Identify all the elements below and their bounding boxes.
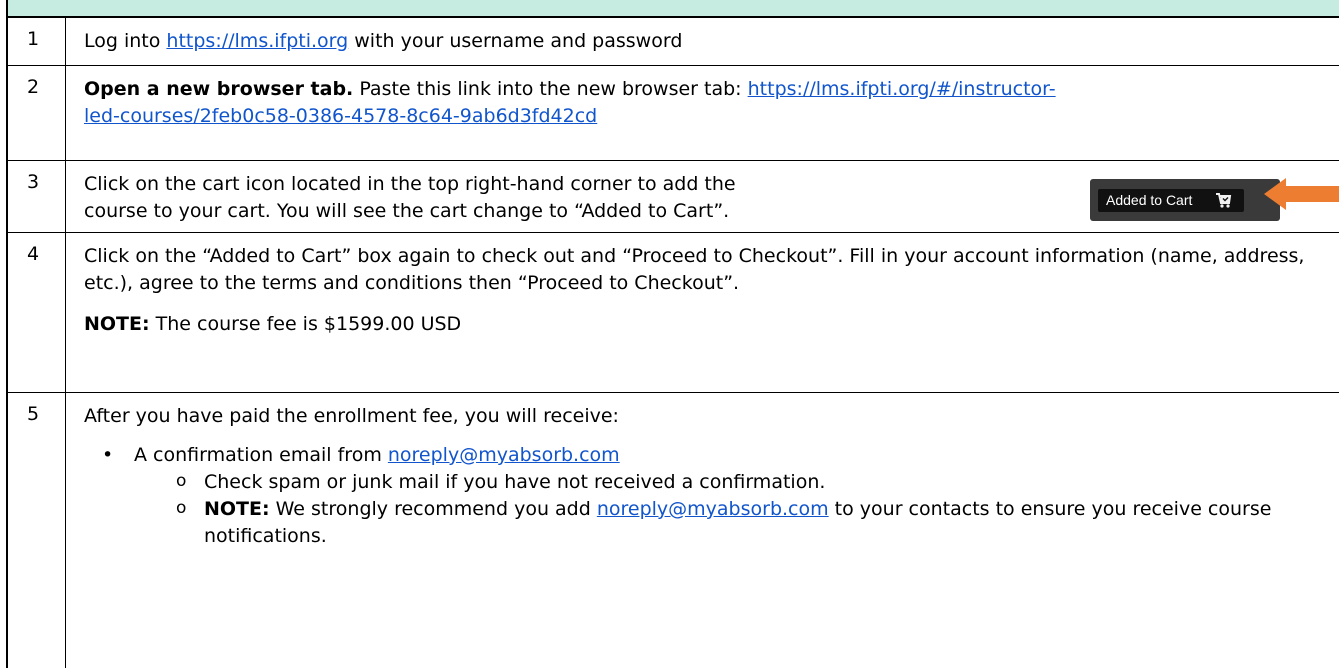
email-link[interactable]: noreply@myabsorb.com: [388, 444, 620, 466]
email-link[interactable]: noreply@myabsorb.com: [597, 498, 829, 520]
step-number: 1: [8, 18, 66, 65]
steps-table: 1 Log into https://lms.ifpti.org with yo…: [6, 18, 1339, 668]
step-bold-text: Open a new browser tab.: [84, 78, 354, 100]
arrow-left-icon: [1264, 178, 1339, 210]
table-row: 1 Log into https://lms.ifpti.org with yo…: [8, 18, 1339, 66]
table-row: 4 Click on the “Added to Cart” box again…: [8, 233, 1339, 393]
course-link[interactable]: https://lms.ifpti.org/#/instructor-: [748, 78, 1056, 100]
step-number: 3: [8, 161, 66, 232]
step-text: Log into: [84, 30, 167, 52]
step-number: 2: [8, 66, 66, 160]
step-text: Paste this link into the new browser tab…: [353, 78, 748, 100]
step-number: 5: [8, 393, 66, 668]
step-number: 4: [8, 233, 66, 392]
sub-list: Check spam or junk mail if you have not …: [134, 468, 1331, 550]
note-text: The course fee is $1599.00 USD: [149, 313, 462, 335]
instructions-document: 1 Log into https://lms.ifpti.org with yo…: [0, 0, 1339, 668]
course-link-continued[interactable]: led-courses/2feb0c58-0386-4578-8c64-9ab6…: [84, 105, 597, 127]
table-row: 2 Open a new browser tab. Paste this lin…: [8, 66, 1339, 161]
step-text: course to your cart. You will see the ca…: [84, 200, 730, 222]
sub-list-item: NOTE: We strongly recommend you add nore…: [176, 495, 1331, 550]
cart-screenshot: Added to Cart: [1090, 179, 1280, 221]
step-content: Open a new browser tab. Paste this link …: [84, 76, 1331, 130]
step-text: with your username and password: [348, 30, 683, 52]
note-label: NOTE:: [84, 313, 150, 335]
sub-list-item: Check spam or junk mail if you have not …: [176, 468, 1331, 496]
table-row: 5 After you have paid the enrollment fee…: [8, 393, 1339, 668]
lms-link[interactable]: https://lms.ifpti.org: [166, 30, 348, 52]
bullet-text: A confirmation email from: [134, 444, 388, 466]
step-content: After you have paid the enrollment fee, …: [84, 403, 1331, 550]
step-paragraph: Click on the “Added to Cart” box again t…: [84, 245, 1305, 294]
table-header-band: [6, 0, 1339, 18]
step-text: Click on the cart icon located in the to…: [84, 173, 736, 195]
table-row: 3 Click on the cart icon located in the …: [8, 161, 1339, 233]
cart-button-label: Added to Cart: [1106, 192, 1193, 208]
note-label: NOTE:: [204, 498, 270, 520]
added-to-cart-button: Added to Cart: [1098, 189, 1244, 212]
list-item: A confirmation email from noreply@myabso…: [102, 442, 1331, 550]
cart-icon: [1216, 193, 1232, 208]
step-content: Click on the “Added to Cart” box again t…: [84, 243, 1331, 338]
step-intro: After you have paid the enrollment fee, …: [84, 405, 619, 427]
bullet-list: A confirmation email from noreply@myabso…: [84, 442, 1331, 550]
sub-item-text: We strongly recommend you add: [269, 498, 597, 520]
step-content: Log into https://lms.ifpti.org with your…: [84, 28, 1331, 55]
